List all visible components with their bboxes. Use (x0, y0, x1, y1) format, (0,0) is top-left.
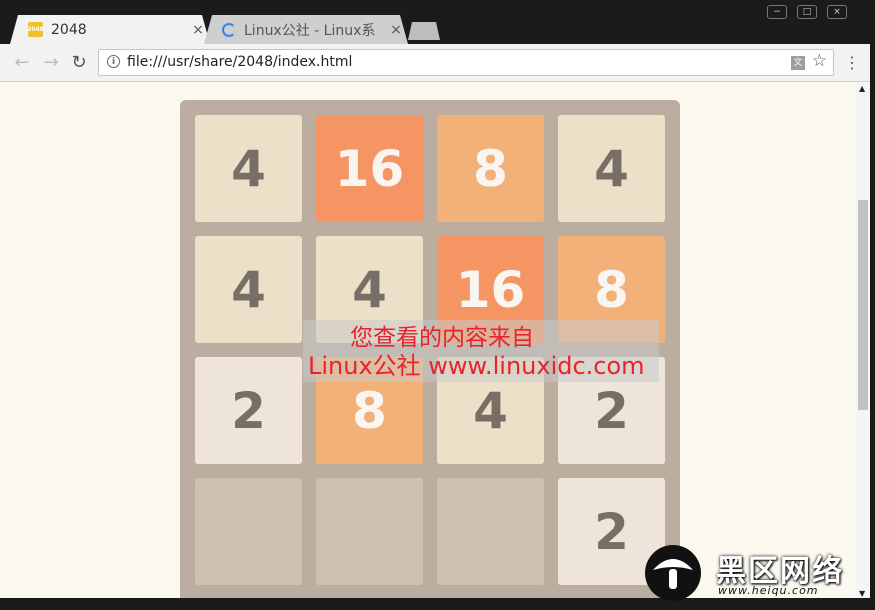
empty-cell (316, 478, 423, 585)
maximize-button[interactable]: □ (797, 5, 817, 19)
corner-watermark-logo: 黑区网络 www.heiqu.com (640, 540, 865, 601)
close-window-button[interactable]: × (827, 5, 847, 19)
mushroom-logo-icon (645, 545, 701, 601)
tab-strip: 2048 2048 × Linux公社 - Linux系 × − □ × (0, 0, 875, 44)
tab-title: 2048 (51, 21, 87, 38)
tile-16: 16 (316, 115, 423, 222)
tab-linuxidc[interactable]: Linux公社 - Linux系 × (204, 15, 408, 44)
empty-cell (195, 478, 302, 585)
browser-menu-icon[interactable]: ⋮ (844, 52, 860, 74)
minimize-button[interactable]: − (767, 5, 787, 19)
back-button[interactable]: ← (11, 52, 33, 74)
scrollbar-thumb[interactable] (858, 200, 868, 410)
address-bar[interactable]: i file:///usr/share/2048/index.html 文 ☆ (98, 49, 834, 76)
close-tab-icon[interactable]: × (186, 22, 210, 38)
tile-2: 2 (195, 357, 302, 464)
tab-title: Linux公社 - Linux系 (244, 22, 376, 39)
scroll-up-arrow-icon[interactable]: ▲ (859, 84, 865, 93)
url-text[interactable]: file:///usr/share/2048/index.html (127, 54, 352, 70)
tile-4: 4 (195, 115, 302, 222)
vertical-scrollbar[interactable]: ▲ ▼ (856, 82, 870, 598)
bookmark-star-icon[interactable]: ☆ (812, 51, 827, 71)
browser-toolbar: ← → ↻ i file:///usr/share/2048/index.htm… (0, 44, 875, 82)
window-border (870, 44, 875, 610)
close-tab-icon[interactable]: × (384, 22, 408, 38)
tile-4: 4 (558, 115, 665, 222)
info-icon[interactable]: i (107, 55, 120, 68)
tile-8: 8 (437, 115, 544, 222)
new-tab-button[interactable] (408, 22, 440, 40)
loading-spinner-icon (222, 22, 236, 37)
logo-url-text: www.heiqu.com (718, 584, 819, 597)
translate-icon[interactable]: 文 (791, 56, 805, 70)
forward-button[interactable]: → (40, 52, 62, 74)
reload-button[interactable]: ↻ (68, 52, 90, 74)
favicon-2048-icon: 2048 (27, 22, 44, 37)
tab-2048[interactable]: 2048 2048 × (10, 15, 210, 44)
empty-cell (437, 478, 544, 585)
watermark-line-2: Linux公社 www.linuxidc.com (308, 352, 645, 380)
